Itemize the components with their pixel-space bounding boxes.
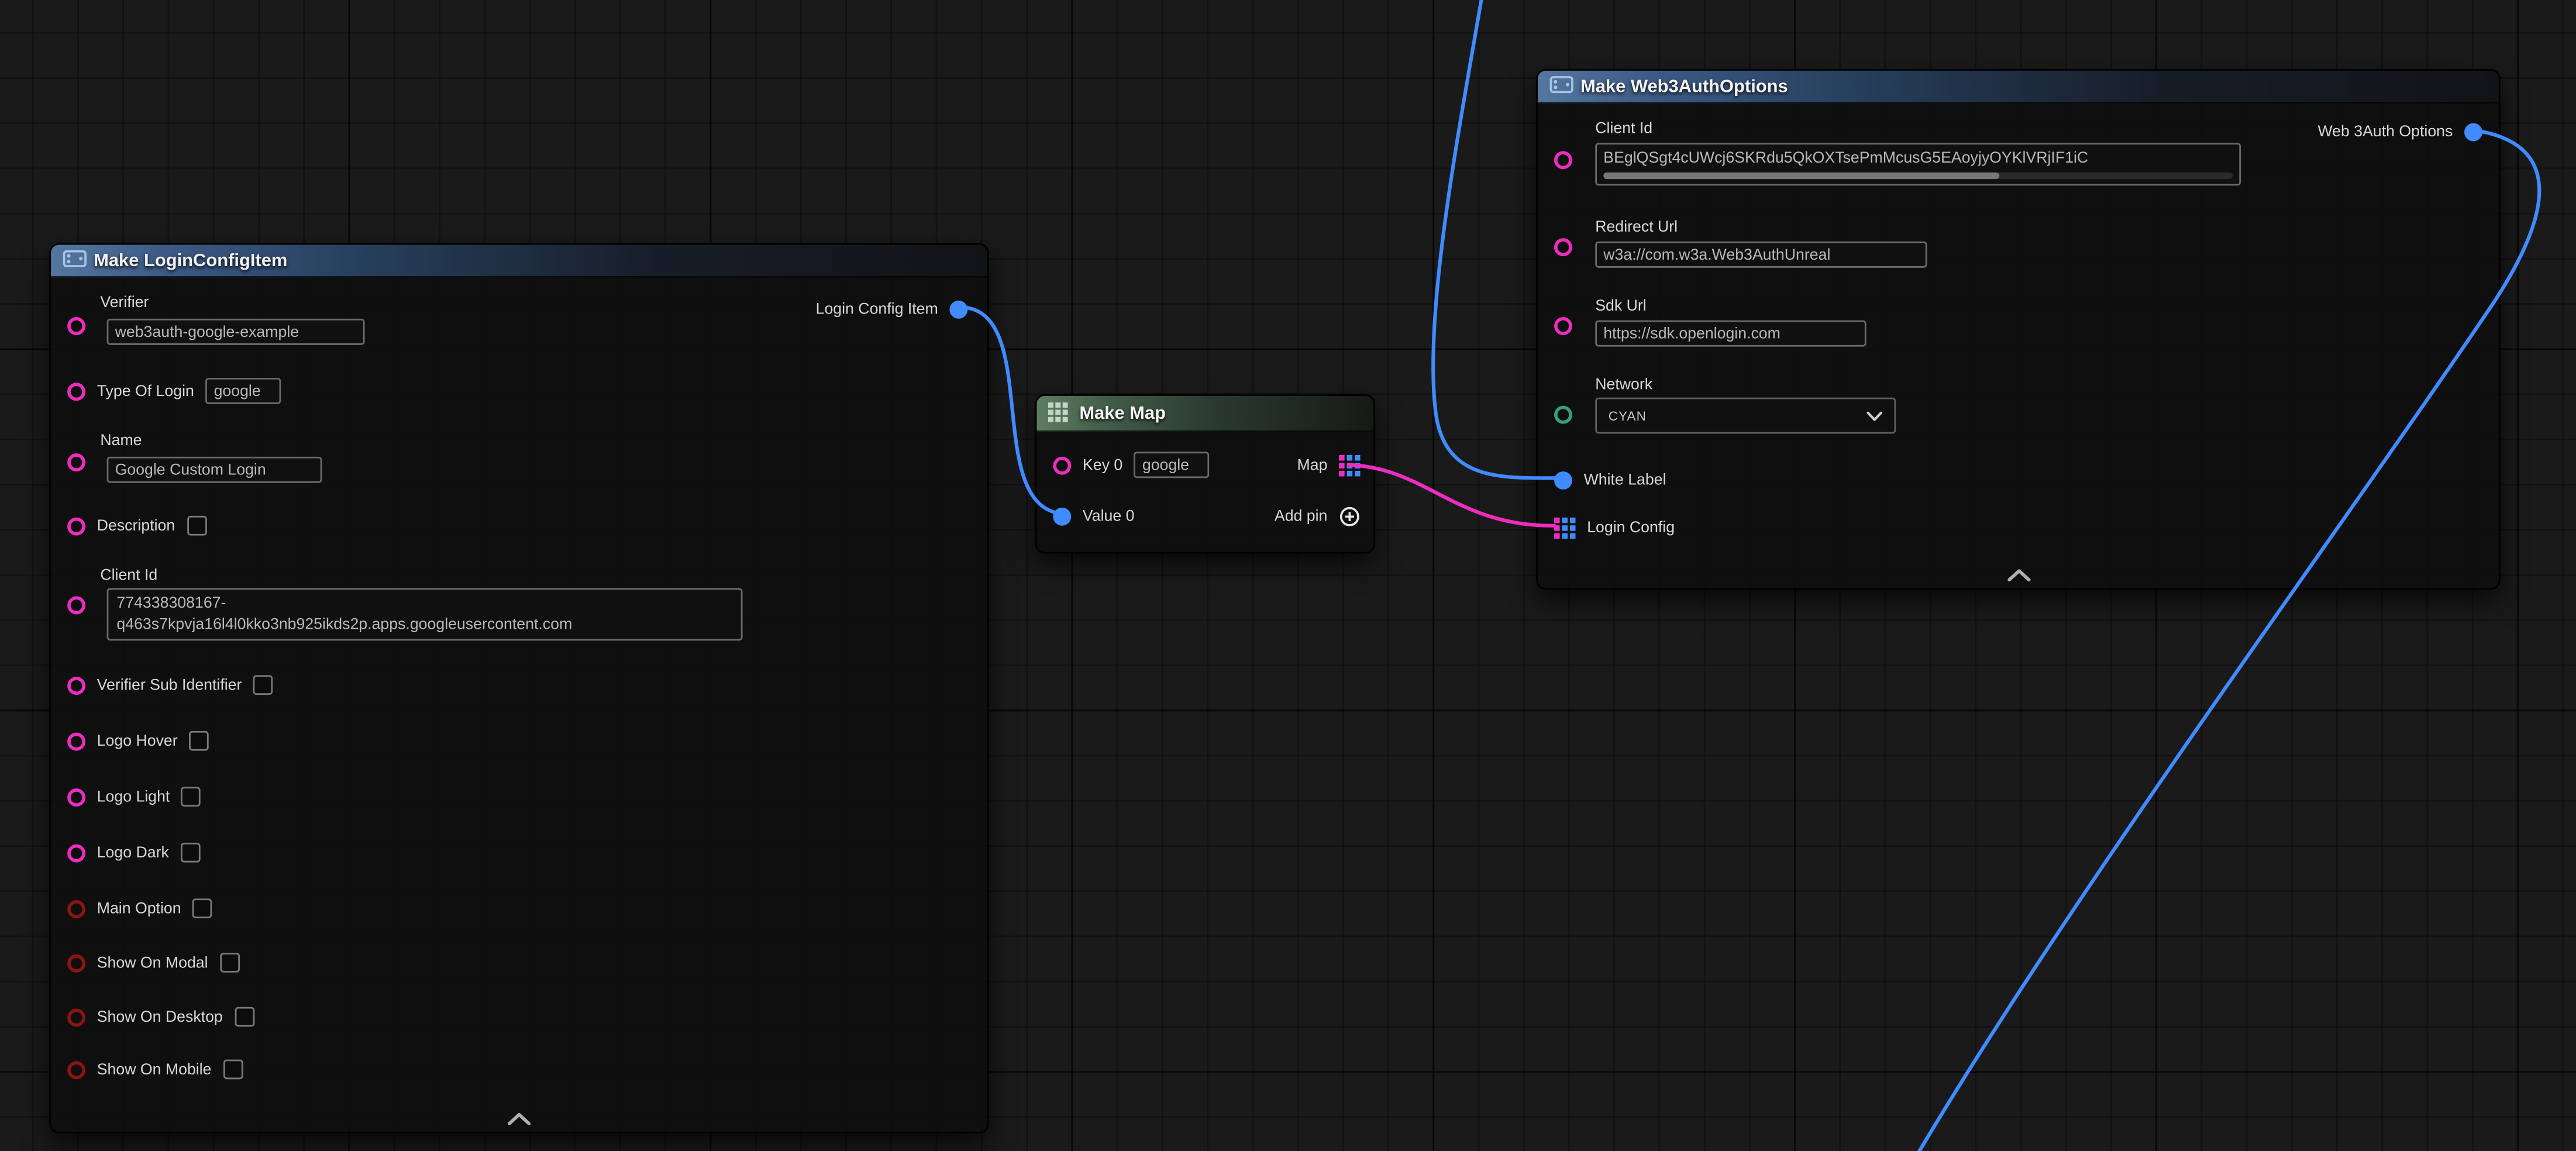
client-id-scrollbar[interactable] [1603, 173, 2233, 179]
pin-main-option[interactable] [67, 900, 85, 918]
pin-show-on-desktop[interactable] [67, 1008, 85, 1026]
pin-label-logo-dark: Logo Dark [97, 843, 169, 861]
pin-description[interactable] [67, 516, 85, 535]
make-struct-icon [1549, 75, 1571, 97]
pin-logo-light[interactable] [67, 788, 85, 806]
show-on-mobile-checkbox[interactable] [223, 1060, 243, 1080]
collapse-chevron-up-icon[interactable] [2007, 568, 2030, 581]
client-id-input[interactable]: BEglQSgt4cUWcj6SKRdu5QkOXTsePmMcusG5EAoy… [1595, 143, 2241, 185]
pin-show-on-modal[interactable] [67, 953, 85, 971]
output-label: Login Config Item [816, 300, 938, 318]
pin-map-output[interactable] [1339, 454, 1361, 476]
chevron-down-icon [1866, 410, 1883, 422]
pin-label-verifier-sub-identifier: Verifier Sub Identifier [97, 676, 242, 694]
pin-label-white-label: White Label [1584, 471, 1666, 489]
pin-label-show-on-modal: Show On Modal [97, 953, 208, 971]
pin-label-show-on-mobile: Show On Mobile [97, 1060, 212, 1078]
pin-white-label[interactable] [1554, 471, 1572, 489]
main-option-checkbox[interactable] [192, 898, 212, 918]
pin-label-description: Description [97, 516, 175, 535]
pin-label-value-0: Value 0 [1083, 506, 1135, 525]
pin-network[interactable] [1554, 406, 1572, 424]
pin-client-id[interactable] [1554, 151, 1572, 169]
pin-label-logo-light: Logo Light [97, 788, 170, 806]
add-pin-label: Add pin [1275, 506, 1328, 525]
pin-web3auth-options-output[interactable] [2464, 122, 2482, 140]
node-make-map: Make Map Key 0 Map [1035, 394, 1375, 553]
key-0-input[interactable] [1134, 452, 1210, 478]
pin-label-verifier: Verifier [100, 294, 149, 312]
node-title: Make Web3AuthOptions [1580, 77, 1788, 97]
pin-label-sdk-url: Sdk Url [1595, 297, 1647, 315]
output-label: Web 3Auth Options [2317, 122, 2453, 140]
pin-client-id[interactable] [67, 597, 85, 615]
pin-label-main-option: Main Option [97, 900, 181, 918]
pin-login-config[interactable] [1554, 516, 1576, 538]
pin-logo-dark[interactable] [67, 843, 85, 861]
client-id-text: BEglQSgt4cUWcj6SKRdu5QkOXTsePmMcusG5EAoy… [1603, 148, 2233, 170]
pin-label-login-config: Login Config [1587, 518, 1675, 536]
pin-show-on-mobile[interactable] [67, 1060, 85, 1078]
graph-viewport: Make LoginConfigItem Verifier Login Conf… [0, 0, 2576, 1151]
client-id-input[interactable]: 774338308167- q463s7kpvja16l4l0kko3nb925… [107, 588, 743, 641]
redirect-url-input[interactable] [1595, 242, 1927, 268]
pin-redirect-url[interactable] [1554, 238, 1572, 256]
node-make-loginconfigitem: Make LoginConfigItem Verifier Login Conf… [49, 243, 989, 1133]
logo-dark-input[interactable] [181, 843, 201, 863]
pin-label-key-0: Key 0 [1083, 456, 1122, 474]
node-title: Make Map [1079, 404, 1166, 423]
pin-label-network: Network [1595, 376, 1652, 394]
add-pin-icon [1339, 505, 1361, 527]
description-input[interactable] [187, 516, 206, 536]
logo-light-input[interactable] [181, 787, 201, 807]
pin-type-of-login[interactable] [67, 382, 85, 400]
network-selected-value: CYAN [1609, 408, 1647, 423]
pin-label-name: Name [100, 432, 142, 450]
pin-label-show-on-desktop: Show On Desktop [97, 1008, 223, 1026]
node-header-make-map[interactable]: Make Map [1036, 396, 1373, 432]
pin-key-0[interactable] [1053, 456, 1071, 474]
verifier-sub-identifier-input[interactable] [253, 675, 273, 695]
pin-label-redirect-url: Redirect Url [1595, 219, 1678, 237]
pin-verifier-sub-identifier[interactable] [67, 676, 85, 694]
client-id-scrollbar-thumb[interactable] [1603, 173, 2000, 179]
client-id-line2: q463s7kpvja16l4l0kko3nb925ikds2p.apps.go… [116, 614, 732, 636]
pin-label-client-id: Client Id [1595, 120, 1652, 138]
output-label-map: Map [1297, 456, 1328, 474]
pin-verifier[interactable] [67, 317, 85, 335]
pin-label-logo-hover: Logo Hover [97, 732, 178, 750]
map-header-icon [1048, 402, 1070, 424]
add-pin-button[interactable]: Add pin [1275, 505, 1361, 527]
node-header-make-web3authoptions[interactable]: Make Web3AuthOptions [1538, 71, 2499, 104]
type-of-login-input[interactable] [206, 378, 281, 404]
pin-login-config-item-output[interactable] [949, 300, 967, 318]
pin-label-client-id: Client Id [100, 567, 157, 585]
logo-hover-input[interactable] [189, 731, 209, 751]
sdk-url-input[interactable] [1595, 321, 1866, 347]
blueprint-editor: Make LoginConfigItem Verifier Login Conf… [0, 0, 2576, 1151]
output-web3auth-options: Web 3Auth Options [2317, 113, 2482, 150]
pin-logo-hover[interactable] [67, 732, 85, 750]
collapse-chevron-up-icon[interactable] [508, 1112, 531, 1125]
client-id-line1: 774338308167- [116, 593, 732, 615]
name-input[interactable] [107, 457, 322, 483]
output-login-config-item: Login Config Item [816, 291, 968, 327]
show-on-modal-checkbox[interactable] [219, 953, 239, 973]
node-make-web3authoptions: Make Web3AuthOptions Client Id BEglQSgt4… [1536, 69, 2501, 590]
verifier-input[interactable] [107, 319, 365, 345]
make-struct-icon [63, 250, 84, 271]
node-header-make-loginconfigitem[interactable]: Make LoginConfigItem [51, 244, 987, 277]
pin-label-type-of-login: Type Of Login [97, 382, 194, 400]
node-title: Make LoginConfigItem [94, 250, 287, 270]
network-dropdown[interactable]: CYAN [1595, 398, 1896, 434]
pin-name[interactable] [67, 453, 85, 471]
pin-sdk-url[interactable] [1554, 317, 1572, 335]
show-on-desktop-checkbox[interactable] [234, 1007, 254, 1027]
pin-value-0[interactable] [1053, 506, 1071, 525]
